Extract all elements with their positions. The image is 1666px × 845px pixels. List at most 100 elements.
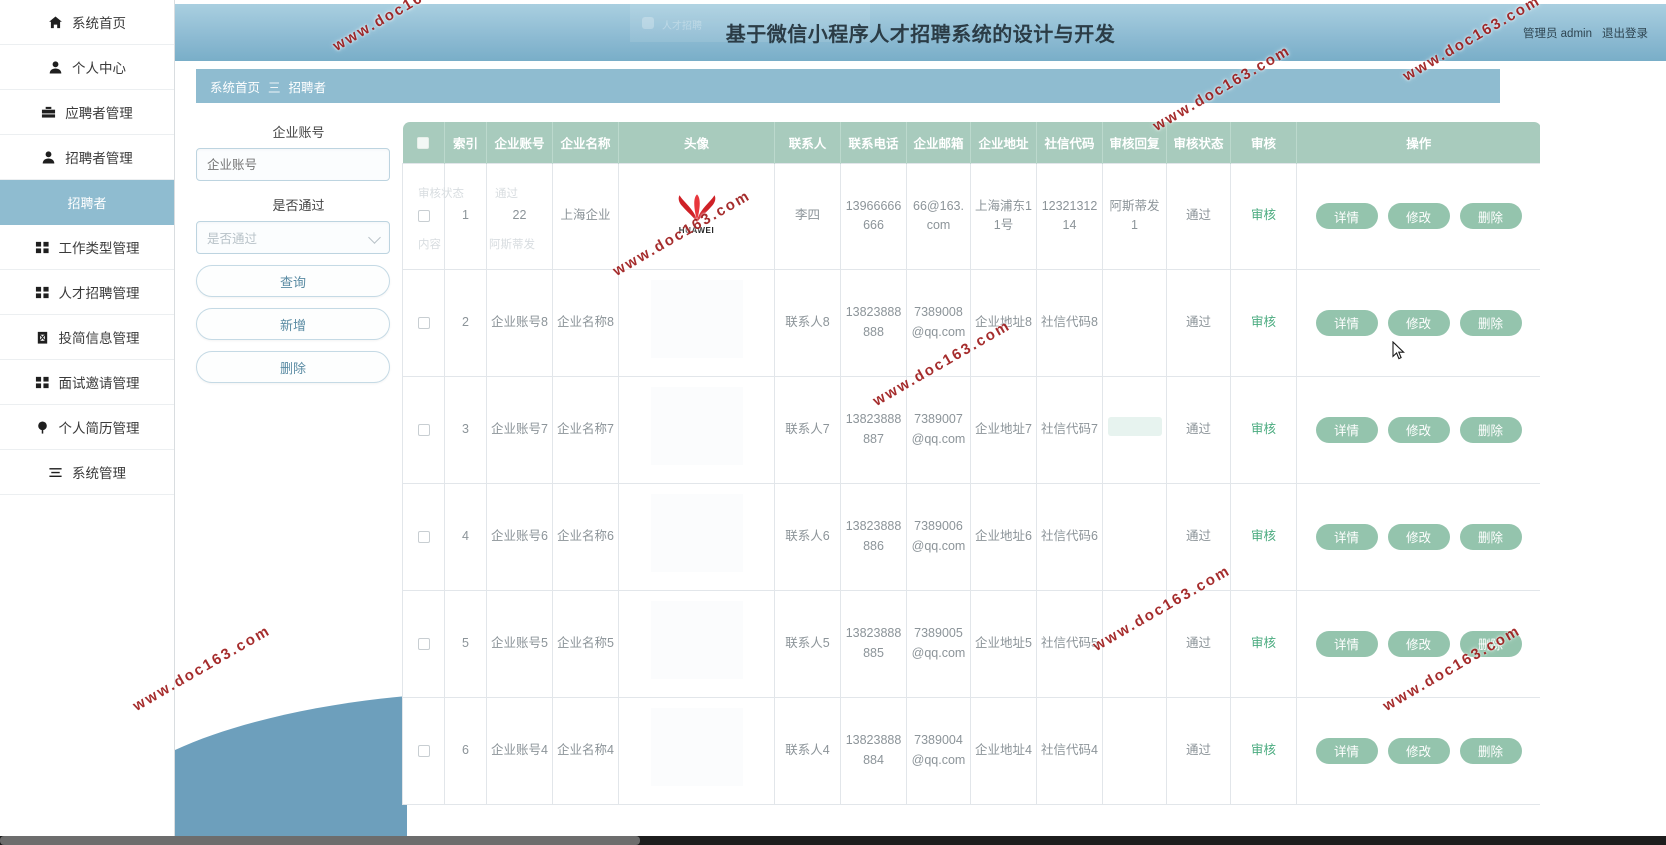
- wave-decoration: [175, 600, 407, 845]
- cell-index: 4: [444, 482, 487, 591]
- sidebar-item-label: 投简信息管理: [58, 331, 140, 346]
- th-select-all[interactable]: [402, 122, 445, 163]
- cell-company-name: 企业名称5: [552, 589, 619, 698]
- cell-address: 企业地址8: [970, 268, 1037, 377]
- row-checkbox[interactable]: [417, 530, 430, 543]
- cell-audit[interactable]: 审核: [1230, 482, 1297, 591]
- menu-icon: [48, 465, 63, 480]
- edit-button[interactable]: 修改: [1387, 737, 1450, 764]
- th-index: 索引: [444, 122, 487, 163]
- cell-audit[interactable]: 审核: [1230, 162, 1297, 270]
- edit-button[interactable]: 修改: [1387, 630, 1450, 657]
- sidebar-item-label: 系统管理: [72, 466, 126, 481]
- cell-select[interactable]: [402, 375, 445, 484]
- audit-link[interactable]: 审核: [1251, 636, 1276, 650]
- cell-email: 7389004@qq.com: [906, 696, 971, 805]
- sidebar-item-recruitment-mgmt[interactable]: 人才招聘管理: [0, 270, 174, 315]
- sidebar-item-personal-resume-mgmt[interactable]: 个人简历管理: [0, 405, 174, 450]
- cell-audit[interactable]: 审核: [1230, 589, 1297, 698]
- audit-link[interactable]: 审核: [1251, 315, 1276, 329]
- delete-row-button[interactable]: 删除: [1459, 416, 1522, 443]
- edit-button[interactable]: 修改: [1387, 203, 1450, 229]
- table-header-row: 索引 企业账号 企业名称 头像 联系人 联系电话 企业邮箱 企业地址 社信代码 …: [402, 122, 1540, 163]
- delete-row-button[interactable]: 删除: [1459, 309, 1522, 336]
- avatar-placeholder: [650, 494, 743, 573]
- cell-email: 66@163.com: [906, 162, 971, 270]
- detail-button[interactable]: 详情: [1315, 630, 1378, 657]
- query-button[interactable]: 查询: [196, 265, 390, 297]
- detail-button[interactable]: 详情: [1315, 203, 1378, 229]
- cell-select[interactable]: [402, 696, 445, 805]
- cell-audit-reply: [1102, 268, 1167, 377]
- cell-credit-code: 1232131214: [1036, 162, 1103, 270]
- cell-select[interactable]: [402, 162, 445, 270]
- sidebar-item-applicant-mgmt[interactable]: 应聘者管理: [0, 90, 174, 135]
- cell-audit[interactable]: 审核: [1230, 696, 1297, 805]
- row-checkbox[interactable]: [417, 423, 430, 436]
- cell-avatar: [618, 589, 775, 698]
- sidebar-item-interview-invite-mgmt[interactable]: 面试邀请管理: [0, 360, 174, 405]
- cell-index: 2: [444, 268, 487, 377]
- delete-row-button[interactable]: 删除: [1459, 523, 1522, 550]
- sidebar-item-personal-center[interactable]: 个人中心: [0, 45, 174, 90]
- cell-select[interactable]: [402, 268, 445, 377]
- data-table-container: 索引 企业账号 企业名称 头像 联系人 联系电话 企业邮箱 企业地址 社信代码 …: [402, 122, 1540, 822]
- detail-button[interactable]: 详情: [1315, 523, 1378, 550]
- table-row: 3 企业账号7 企业名称7 联系人7 13823888887 7389007@qq.com…: [402, 375, 1540, 484]
- horizontal-scrollbar[interactable]: [0, 836, 1666, 845]
- delete-row-button[interactable]: 删除: [1459, 203, 1522, 229]
- delete-row-button[interactable]: 删除: [1459, 630, 1522, 657]
- cell-contact: 李四: [774, 162, 841, 270]
- audit-link[interactable]: 审核: [1251, 208, 1276, 222]
- sidebar-item-label: 招聘者: [67, 195, 107, 211]
- audit-link[interactable]: 审核: [1251, 422, 1276, 436]
- grid-icon: [35, 285, 50, 300]
- cell-select[interactable]: [402, 482, 445, 591]
- edit-button[interactable]: 修改: [1387, 309, 1450, 336]
- cell-audit-reply: [1102, 482, 1167, 591]
- recruiter-table: 索引 企业账号 企业名称 头像 联系人 联系电话 企业邮箱 企业地址 社信代码 …: [402, 122, 1540, 805]
- th-email: 企业邮箱: [906, 122, 971, 163]
- cell-account: 企业账号5: [486, 589, 553, 698]
- row-checkbox[interactable]: [417, 637, 430, 650]
- select-all-checkbox[interactable]: [417, 136, 430, 149]
- cell-audit[interactable]: 审核: [1230, 375, 1297, 484]
- sidebar-item-recruiter-mgmt[interactable]: 招聘者管理: [0, 135, 174, 180]
- th-audit: 审核: [1230, 122, 1297, 163]
- breadcrumb-home[interactable]: 系统首页: [210, 77, 260, 96]
- sidebar-item-system-mgmt[interactable]: 系统管理: [0, 450, 174, 495]
- sidebar-item-job-type-mgmt[interactable]: 工作类型管理: [0, 225, 174, 270]
- cell-operations: 详情 修改 删除: [1296, 268, 1540, 377]
- cell-company-name: 企业名称8: [552, 268, 619, 377]
- detail-button[interactable]: 详情: [1315, 737, 1378, 764]
- cell-credit-code: 社信代码4: [1036, 696, 1103, 805]
- logout-link[interactable]: 退出登录: [1602, 25, 1648, 41]
- row-checkbox[interactable]: [417, 210, 430, 223]
- delete-row-button[interactable]: 删除: [1459, 737, 1522, 764]
- add-button[interactable]: 新增: [196, 308, 390, 340]
- cell-credit-code: 社信代码6: [1036, 482, 1103, 591]
- scrollbar-thumb[interactable]: [0, 836, 640, 845]
- edit-button[interactable]: 修改: [1387, 416, 1450, 443]
- search-select-pass[interactable]: 是否通过: [196, 221, 390, 254]
- row-checkbox[interactable]: [417, 744, 430, 757]
- sidebar-item-label: 个人简历管理: [58, 421, 140, 436]
- search-input-account[interactable]: [196, 148, 390, 181]
- detail-button[interactable]: 详情: [1315, 416, 1378, 443]
- cell-audit-status: 通过: [1166, 268, 1231, 377]
- delete-button[interactable]: 删除: [196, 351, 390, 383]
- sidebar-item-resume-submission-mgmt[interactable]: 投简信息管理: [0, 315, 174, 360]
- cell-index: 6: [444, 696, 487, 805]
- audit-link[interactable]: 审核: [1251, 743, 1276, 757]
- cell-email: 7389007@qq.com: [906, 375, 971, 484]
- detail-button[interactable]: 详情: [1315, 309, 1378, 336]
- edit-button[interactable]: 修改: [1387, 523, 1450, 550]
- audit-link[interactable]: 审核: [1251, 529, 1276, 543]
- row-checkbox[interactable]: [417, 316, 430, 329]
- sidebar-item-label: 面试邀请管理: [58, 376, 140, 391]
- sidebar-item-home[interactable]: 系统首页: [0, 0, 174, 45]
- cell-select[interactable]: [402, 589, 445, 698]
- cell-audit[interactable]: 审核: [1230, 268, 1297, 377]
- sidebar-item-label: 系统首页: [72, 16, 126, 31]
- sidebar-item-recruiter[interactable]: 招聘者: [0, 180, 174, 225]
